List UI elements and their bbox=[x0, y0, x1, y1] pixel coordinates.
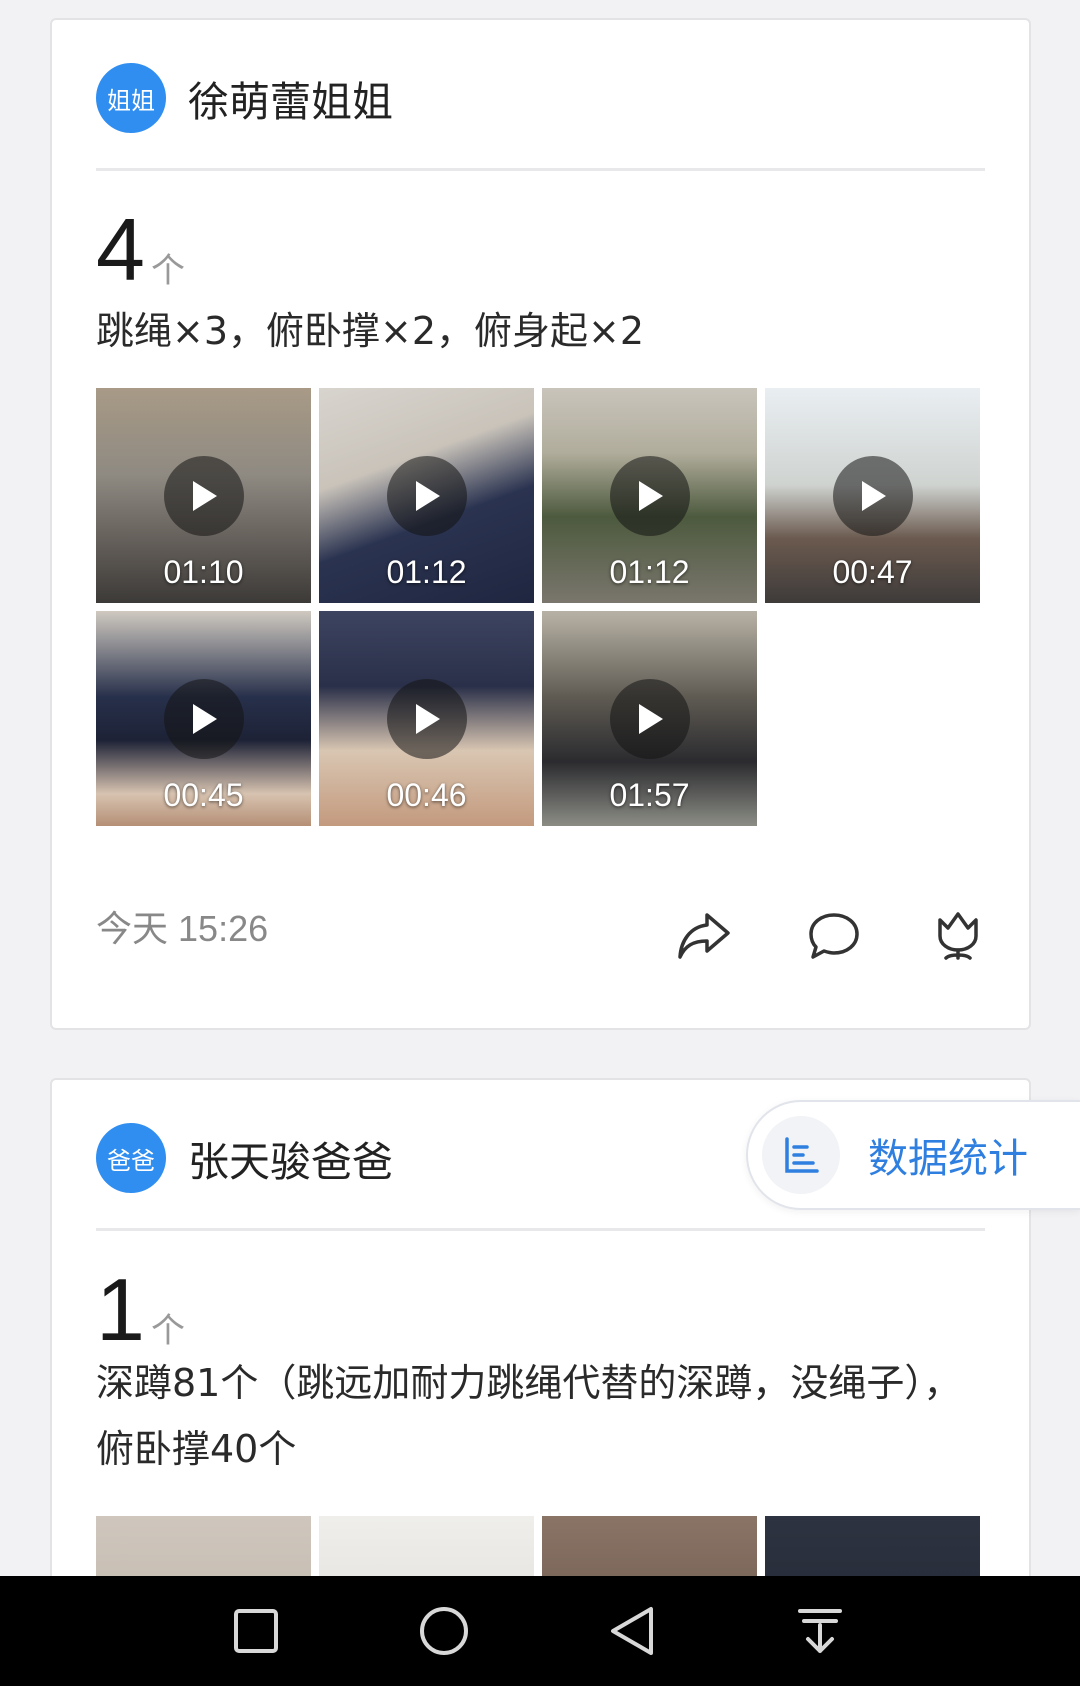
data-statistics-label: 数据统计 bbox=[868, 1136, 1028, 1182]
comment-button[interactable] bbox=[804, 906, 864, 966]
page: 姐姐 徐萌蕾姐姐 4 个 跳绳×3，俯卧撑×2，俯身起×2 01:10 01:1… bbox=[0, 0, 1080, 1686]
post-time: 今天 15:26 bbox=[96, 900, 268, 952]
exercise-count: 1 个 bbox=[96, 1266, 185, 1354]
post-time-day: 今天 bbox=[96, 909, 169, 950]
share-button[interactable] bbox=[674, 906, 734, 966]
exercise-count: 4 个 bbox=[96, 206, 185, 294]
video-grid: 01:10 01:12 01:12 00:47 00:45 00:46 01:5… bbox=[96, 388, 980, 826]
count-number: 1 bbox=[96, 1260, 145, 1359]
video-thumbnail[interactable]: 00:45 bbox=[96, 611, 311, 826]
play-icon[interactable] bbox=[609, 455, 690, 536]
post-header: 姐姐 徐萌蕾姐姐 bbox=[96, 62, 393, 134]
divider bbox=[96, 168, 985, 171]
play-icon[interactable] bbox=[163, 455, 244, 536]
author-name[interactable]: 张天骏爸爸 bbox=[188, 1128, 393, 1188]
video-duration: 01:12 bbox=[386, 554, 467, 590]
video-duration: 01:57 bbox=[609, 777, 690, 813]
play-icon[interactable] bbox=[163, 678, 244, 759]
exercise-description: 跳绳×3，俯卧撑×2，俯身起×2 bbox=[96, 309, 645, 353]
video-duration: 00:47 bbox=[832, 554, 913, 590]
flower-icon bbox=[938, 912, 978, 960]
share-icon bbox=[678, 913, 730, 959]
comment-icon bbox=[809, 913, 859, 959]
count-unit: 个 bbox=[150, 1311, 185, 1351]
divider bbox=[96, 1228, 985, 1231]
system-navigation-bar bbox=[0, 1576, 1080, 1686]
play-icon[interactable] bbox=[386, 455, 467, 536]
circle-icon bbox=[420, 1607, 468, 1655]
data-statistics-button[interactable]: 数据统计 bbox=[746, 1100, 1080, 1210]
exercise-description: 深蹲81个（跳远加耐力跳绳代替的深蹲，没绳子），俯卧撑40个 bbox=[96, 1361, 962, 1471]
back-triangle-icon bbox=[611, 1607, 653, 1655]
count-number: 4 bbox=[96, 200, 145, 299]
video-thumbnail[interactable]: 01:12 bbox=[542, 388, 757, 603]
home-button[interactable] bbox=[411, 1598, 477, 1664]
video-thumbnail[interactable]: 01:57 bbox=[542, 611, 757, 826]
post-card: 姐姐 徐萌蕾姐姐 4 个 跳绳×3，俯卧撑×2，俯身起×2 01:10 01:1… bbox=[50, 18, 1031, 1030]
avatar[interactable]: 姐姐 bbox=[96, 63, 166, 133]
video-thumbnail[interactable]: 00:46 bbox=[319, 611, 534, 826]
post-header: 爸爸 张天骏爸爸 bbox=[96, 1122, 393, 1194]
avatar[interactable]: 爸爸 bbox=[96, 1123, 166, 1193]
play-icon[interactable] bbox=[832, 455, 913, 536]
play-icon[interactable] bbox=[386, 678, 467, 759]
notification-pulldown-button[interactable] bbox=[787, 1598, 853, 1664]
count-unit: 个 bbox=[150, 251, 185, 291]
post-time-clock: 15:26 bbox=[178, 908, 269, 949]
video-duration: 01:12 bbox=[609, 554, 690, 590]
bar-chart-icon bbox=[762, 1116, 840, 1194]
video-thumbnail[interactable]: 01:12 bbox=[319, 388, 534, 603]
back-button[interactable] bbox=[599, 1598, 665, 1664]
video-thumbnail[interactable]: 00:47 bbox=[765, 388, 980, 603]
pull-down-icon bbox=[798, 1609, 842, 1653]
square-icon bbox=[234, 1609, 278, 1653]
author-name[interactable]: 徐萌蕾姐姐 bbox=[188, 68, 393, 128]
video-duration: 00:46 bbox=[386, 777, 467, 813]
video-duration: 00:45 bbox=[163, 777, 244, 813]
recent-apps-button[interactable] bbox=[223, 1598, 289, 1664]
flower-button[interactable] bbox=[928, 906, 988, 966]
video-duration: 01:10 bbox=[163, 554, 244, 590]
play-icon[interactable] bbox=[609, 678, 690, 759]
video-thumbnail[interactable]: 01:10 bbox=[96, 388, 311, 603]
